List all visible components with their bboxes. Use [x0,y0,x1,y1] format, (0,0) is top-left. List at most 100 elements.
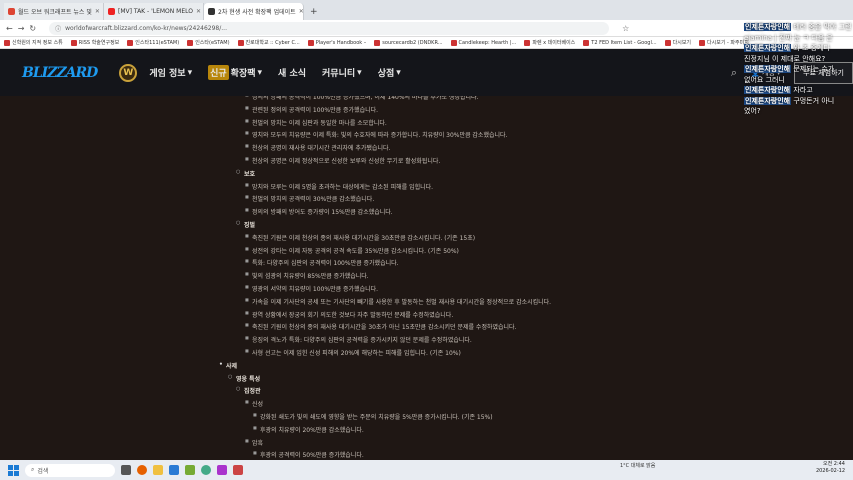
article-line: 징벌 [236,220,255,229]
bookmark-label: RISS 학술연구정보 [78,40,120,46]
new-tab-button[interactable]: + [304,3,324,20]
browser-tab[interactable]: 월드 오브 워크래프트 뉴스 및 ✕ [4,3,104,20]
blizzard-logo[interactable]: BLIZZARD [22,65,98,81]
back-icon[interactable]: ← [6,24,13,33]
article-line: 영광의 서약의 치유량이 100%만큼 증가했습니다. [245,284,378,293]
bookmark-item[interactable]: 진로대학교 :: Cyber C... [237,39,300,46]
bookmark-favicon-icon [374,39,381,46]
chat-username: 인제튼자랑인해 [744,23,792,31]
bookmark-item[interactable]: 다시보기 [664,39,692,46]
bookmark-favicon-icon [237,39,244,46]
vscode-icon[interactable] [169,465,179,475]
chat-message: 인제튼자랑인해 와 조 중계다 [744,43,830,53]
chrome-icon[interactable] [201,465,211,475]
chat-username: 인제튼자랑인해 [744,96,792,105]
search-icon[interactable]: ⌕ [731,66,737,80]
task-view-icon[interactable] [121,465,131,475]
chat-message: 인제튼자랑인해 자라고 [744,85,813,95]
bookmark-item[interactable]: 파렌 x 데이터베이스 [524,39,575,46]
bookmark-item[interactable]: 인스타(eSTAM) [187,39,230,46]
chat-message: 였어? [744,106,761,116]
app-icon[interactable] [185,465,195,475]
article-line: 천벌의 망치는 이제 심판과 동일한 마나를 소모합니다. [245,118,387,127]
search-icon: ⌕ [31,466,35,473]
main-menu: 게임 정보 ▾ 신규 확장팩 ▾ 새 소식 커뮤니티 ▾ 상점 ▾ [149,65,401,80]
article-line: 사제 [219,361,237,370]
firefox-icon[interactable] [137,465,147,475]
nav-menu-label: 확장팩 [230,69,256,79]
bookmark-item[interactable]: 신학원의 지적 정보 스튜 [4,39,63,46]
nav-menu-label: 상점 [377,69,395,79]
article-line: 관련된 정의의 공격력이 100%만큼 증가했습니다. [245,105,378,114]
article-line: 천상의 공명은 이제 정상적으로 신성한 보루와 신성한 무기로 활성화됩니다. [245,156,440,165]
bookmark-item[interactable]: sourcecardb2 (DNDKR... [374,39,443,46]
article-line: 망치와 모루는 이제 5명을 초과하는 대상에게는 감소된 피해를 입힙니다. [245,182,433,191]
wow-logo[interactable]: W [119,63,138,82]
article-line: 빛의 섬광의 치유량이 85%만큼 증가했습니다. [245,271,369,280]
browser-tab[interactable]: [MV] TAK - 'LEMON MELO ✕ [104,3,204,20]
site-header: BLIZZARD W 게임 정보▾신규확장팩▾새 소식커뮤니티▾상점▾ ⌕ 👤 … [0,49,853,96]
reload-icon[interactable]: ↻ [29,24,36,33]
nav-menu-item[interactable]: 신규 확장팩 ▾ [208,65,262,80]
tab-favicon-icon [208,8,215,15]
tab-title: [MV] TAK - 'LEMON MELO [118,8,193,15]
article-line: 가속을 이제 기사단의 공세 또는 기사단의 빼기를 사용한 후 발동하는 천벌… [245,297,551,306]
bookmark-favicon-icon [307,39,314,46]
nav-menu-item[interactable]: 게임 정보 ▾ [149,65,192,80]
chevron-down-icon: ▾ [357,67,362,78]
bookmark-favicon-icon [699,39,706,46]
tab-favicon-icon [8,8,15,15]
close-tab-icon[interactable]: ✕ [196,8,201,15]
tab-favicon-icon [108,8,115,15]
chat-extra: | 진짜 눈 ㅋ 다음 은 [774,33,833,42]
article-line: 천상의 공명이 재사용 대기시간 관리자에 추가됐습니다. [245,143,390,152]
clock-time: 오전 2:44 [822,461,845,467]
tab-strip: 월드 오브 워크래프트 뉴스 및 ✕ [MV] TAK - 'LEMON MELO ✕… [0,0,853,20]
bookmark-item[interactable]: RISS 학술연구정보 [70,39,120,46]
nav-menu-item[interactable]: 커뮤니티 ▾ [322,65,362,80]
bookmark-item[interactable]: T2 FED Item List - Googl... [583,39,657,46]
file-explorer-icon[interactable] [153,465,163,475]
new-badge: 신규 [208,65,229,80]
chat-username: 인제튼자랑인해 [744,44,792,52]
article-line: 후광의 공격력이 50%만큼 증가했습니다. [253,450,364,459]
forward-icon[interactable]: → [18,24,25,33]
app-icon-3[interactable] [233,465,243,475]
chat-message: 진정지님 이 제대로 안해요? [744,54,825,64]
bookmarks-bar: 신학원의 지적 정보 스튜 RISS 학술연구정보 인스타111(eSTAM) 인스타… [0,37,853,49]
weather-widget[interactable]: 1°C 대체로 맑음 [620,462,655,469]
bookmark-favicon-icon [187,39,194,46]
app-icon-2[interactable] [217,465,227,475]
nav-menu-item[interactable]: 상점 ▾ [378,65,401,80]
article-line: 사형 선고는 이제 입힌 신성 피해의 20%에 해당하는 피해를 입힙니다. … [245,348,461,357]
url-field[interactable]: ⓘ worldofwarcraft.blizzard.com/ko-kr/new… [49,21,610,35]
chat-text: 였어? [744,107,761,115]
system-clock[interactable]: 오전 2:44 2026-02-12 [816,461,845,475]
bookmark-label: 다시보기 [672,40,692,46]
taskbar-search[interactable]: ⌕ 검색 [25,463,115,477]
chat-message: 인제튼자랑인해 구멍돈거 아니 [744,96,834,106]
clock-date: 2026-02-12 [815,468,845,474]
bookmark-item[interactable]: 인스타111(eSTAM) [127,39,179,46]
bookmark-item[interactable]: Candlekeep: Hearth |... [450,39,516,46]
url-text: worldofwarcraft.blizzard.com/ko-kr/news/… [65,24,227,32]
bookmark-item[interactable]: Player's Handbook – [307,39,367,46]
article-line: 축진된 기원은 이제 천상의 종의 재사용 대기시간을 30초만큼 감소시킵니다… [245,233,475,242]
nav-menu-item[interactable]: 새 소식 [278,65,306,80]
article-line: 축진된 기원이 천상의 종의 재사용 대기시간을 30초가 아닌 15초만큼 감… [245,322,516,331]
bookmark-label: Player's Handbook – [315,39,367,46]
chevron-down-icon: ▾ [257,67,263,78]
tab-title: 월드 오브 워크래프트 뉴스 및 [18,9,92,16]
windows-start-icon[interactable] [8,464,19,476]
close-tab-icon[interactable]: ✕ [95,8,100,15]
browser-tab[interactable]: 2차 현생 사전 확장팩 업데이트 ✕ [204,3,304,20]
article-line: 집정관 [236,386,260,395]
star-icon[interactable]: ☆ [622,24,629,33]
chat-message: 인제튼자랑인해 테러 중을 막아 그런 [744,22,852,32]
stream-chat-overlay: 인제튼자랑인해 테러 중을 막아 그런 ejamina | 진짜 눈 ㅋ 다음 은… [740,0,853,120]
site-info-icon[interactable]: ⓘ [55,24,61,33]
bookmark-label: sourcecardb2 (DNDKR... [382,39,443,46]
close-tab-icon[interactable]: ✕ [299,8,303,15]
bookmark-label: 진로대학교 :: Cyber C... [245,40,300,46]
article-line: 신성 [245,399,263,408]
